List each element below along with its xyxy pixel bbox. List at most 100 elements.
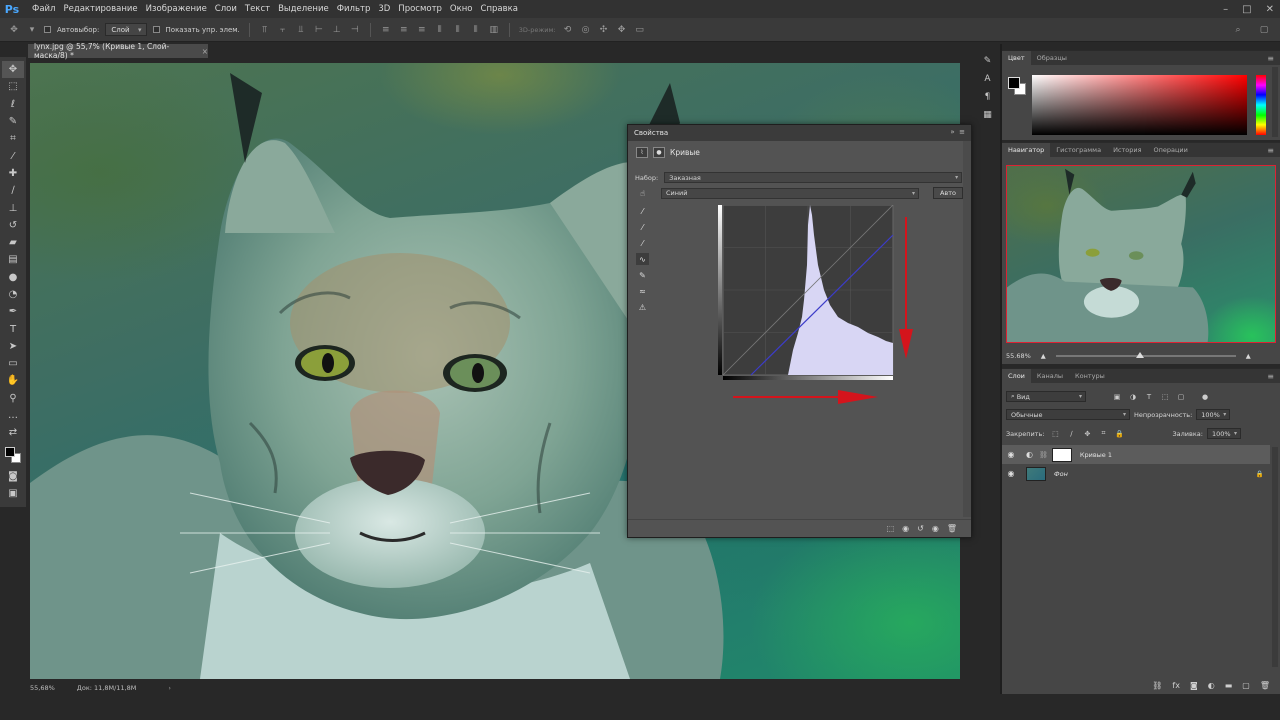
filter-toggle-icon[interactable]: ● — [1200, 392, 1210, 402]
menu-filter[interactable]: Фильтр — [333, 4, 375, 14]
screen-mode-icon[interactable]: ▣ — [2, 485, 24, 502]
blur-tool-icon[interactable]: ● — [2, 269, 24, 286]
close-icon[interactable]: ✕ — [1266, 4, 1274, 15]
chevron-down-icon[interactable]: ▾ — [26, 24, 38, 36]
3d-roll-icon[interactable]: ◎ — [580, 24, 592, 36]
align-vcenter-icon[interactable]: ⫟ — [277, 24, 289, 36]
new-adjustment-icon[interactable]: ◐ — [1208, 681, 1215, 690]
menu-layers[interactable]: Слои — [211, 4, 241, 14]
brush-presets-icon[interactable]: ✎ — [984, 56, 992, 66]
blend-mode-dropdown[interactable]: Обычные — [1006, 409, 1130, 420]
auto-align-icon[interactable]: ▥ — [488, 24, 500, 36]
foreground-color-swatch[interactable] — [5, 446, 15, 457]
filter-adjustment-icon[interactable]: ◑ — [1128, 392, 1138, 402]
trash-icon[interactable]: 🗑 — [1260, 681, 1270, 690]
layers-scrollbar[interactable] — [1272, 447, 1278, 667]
tab-history[interactable]: История — [1107, 143, 1147, 157]
layer-mask-thumbnail[interactable] — [1051, 447, 1072, 462]
target-adjust-hand-icon[interactable]: ☝ — [636, 187, 649, 199]
auto-button[interactable]: Авто — [933, 187, 963, 199]
show-transform-checkbox[interactable] — [152, 26, 160, 33]
filter-pixel-icon[interactable]: ▣ — [1112, 392, 1122, 402]
navigator-zoom-slider[interactable] — [1055, 352, 1236, 358]
brush-tool-icon[interactable]: ∕ — [2, 182, 24, 199]
distribute-hcenter-icon[interactable]: ⦀ — [452, 24, 464, 36]
panel-menu-icon[interactable]: ≡ — [1267, 143, 1280, 157]
more-tools-icon[interactable]: … — [2, 407, 24, 424]
menu-select[interactable]: Выделение — [274, 4, 333, 14]
document-tab[interactable]: lynx.jpg @ 55,7% (Кривые 1, Слой-маска/8… — [28, 42, 208, 60]
properties-panel-icon[interactable]: ▦ — [983, 110, 992, 120]
chevron-right-icon[interactable]: › — [168, 684, 171, 692]
path-select-tool-icon[interactable]: ➤ — [2, 338, 24, 355]
autoselect-checkbox[interactable] — [44, 26, 51, 33]
panel-menu-icon[interactable]: » ≡ — [950, 128, 965, 136]
align-right-icon[interactable]: ⊣ — [349, 24, 361, 36]
white-point-eyedropper-icon[interactable]: ⁄ — [636, 237, 649, 249]
lock-all-icon[interactable]: 🔒 — [1114, 429, 1124, 439]
layer-filter-dropdown[interactable]: ⌕ Вид — [1006, 391, 1086, 402]
quick-mask-icon[interactable]: ◙ — [2, 468, 24, 485]
menu-type[interactable]: Текст — [241, 4, 274, 14]
preset-dropdown[interactable]: Заказная — [664, 172, 963, 183]
3d-pan-icon[interactable]: ✣ — [598, 24, 610, 36]
properties-scrollbar[interactable] — [963, 141, 971, 517]
properties-panel-header[interactable]: Свойства » ≡ — [628, 125, 971, 141]
opacity-input[interactable]: 100% — [1196, 409, 1231, 420]
view-previous-icon[interactable]: ◉ — [902, 524, 909, 533]
zoom-readout[interactable]: 55,68% — [30, 684, 55, 692]
healing-tool-icon[interactable]: ✚ — [2, 165, 24, 182]
align-top-icon[interactable]: ⫪ — [259, 24, 271, 36]
tab-color[interactable]: Цвет — [1002, 51, 1031, 65]
panel-menu-icon[interactable]: ≡ — [1267, 369, 1280, 383]
align-hcenter-icon[interactable]: ⊥ — [331, 24, 343, 36]
panel-menu-icon[interactable]: ≡ — [1267, 51, 1280, 65]
autoselect-dropdown[interactable]: Слой — [105, 23, 147, 36]
filter-smart-object-icon[interactable]: ▢ — [1176, 392, 1186, 402]
move-tool-icon[interactable]: ✥ — [2, 61, 24, 79]
curves-graph-svg[interactable] — [718, 204, 894, 381]
lock-position-icon[interactable]: ✥ — [1082, 429, 1092, 439]
3d-slide-icon[interactable]: ✥ — [616, 24, 628, 36]
distribute-left-icon[interactable]: ⦀ — [434, 24, 446, 36]
lasso-tool-icon[interactable]: ℓ — [2, 96, 24, 113]
foreground-color-swatch[interactable] — [1008, 77, 1020, 89]
menu-help[interactable]: Справка — [477, 4, 522, 14]
distribute-top-icon[interactable]: ≡ — [380, 24, 392, 36]
quick-select-tool-icon[interactable]: ✎ — [2, 113, 24, 130]
hand-tool-icon[interactable]: ✋ — [2, 372, 24, 389]
lock-pixels-icon[interactable]: ∕ — [1066, 429, 1076, 439]
eraser-tool-icon[interactable]: ▰ — [2, 234, 24, 251]
character-icon[interactable]: A — [984, 74, 990, 84]
menu-window[interactable]: Окно — [446, 4, 477, 14]
tab-actions[interactable]: Операции — [1148, 143, 1194, 157]
search-icon[interactable]: ⌕ — [1232, 24, 1244, 36]
clip-to-layer-icon[interactable]: ⬚ — [887, 524, 895, 533]
layer-mask-icon[interactable]: ● — [653, 147, 665, 158]
tab-channels[interactable]: Каналы — [1031, 369, 1069, 383]
new-group-icon[interactable]: ▬ — [1225, 681, 1233, 690]
tab-swatches[interactable]: Образцы — [1031, 51, 1073, 65]
3d-rotate-icon[interactable]: ⟲ — [562, 24, 574, 36]
gradient-tool-icon[interactable]: ▤ — [2, 251, 24, 268]
fill-input[interactable]: 100% — [1206, 428, 1241, 439]
pen-tool-icon[interactable]: ✒ — [2, 303, 24, 320]
crop-tool-icon[interactable]: ⌗ — [2, 130, 24, 147]
move-tool-icon[interactable]: ✥ — [8, 24, 20, 36]
menu-view[interactable]: Просмотр — [394, 4, 446, 14]
layer-row-curves[interactable]: ◉ ◐ ⛓ Кривые 1 — [1002, 445, 1270, 464]
close-icon[interactable]: × — [202, 47, 208, 56]
lock-artboard-icon[interactable]: ⌗ — [1098, 429, 1108, 439]
trash-icon[interactable]: 🗑 — [947, 524, 957, 533]
shape-tool-icon[interactable]: ▭ — [2, 355, 24, 372]
visibility-eye-icon[interactable]: ◉ — [1002, 469, 1020, 478]
reset-icon[interactable]: ↺ — [917, 524, 924, 533]
edit-points-icon[interactable]: ∿ — [636, 253, 649, 265]
navigator-thumbnail[interactable] — [1006, 165, 1276, 343]
hue-slider[interactable] — [1256, 75, 1266, 135]
history-brush-tool-icon[interactable]: ↺ — [2, 217, 24, 234]
type-tool-icon[interactable]: T — [2, 320, 24, 337]
tab-histogram[interactable]: Гистограмма — [1050, 143, 1107, 157]
slider-knob[interactable] — [1135, 352, 1144, 358]
layer-name[interactable]: Кривые 1 — [1080, 451, 1112, 459]
